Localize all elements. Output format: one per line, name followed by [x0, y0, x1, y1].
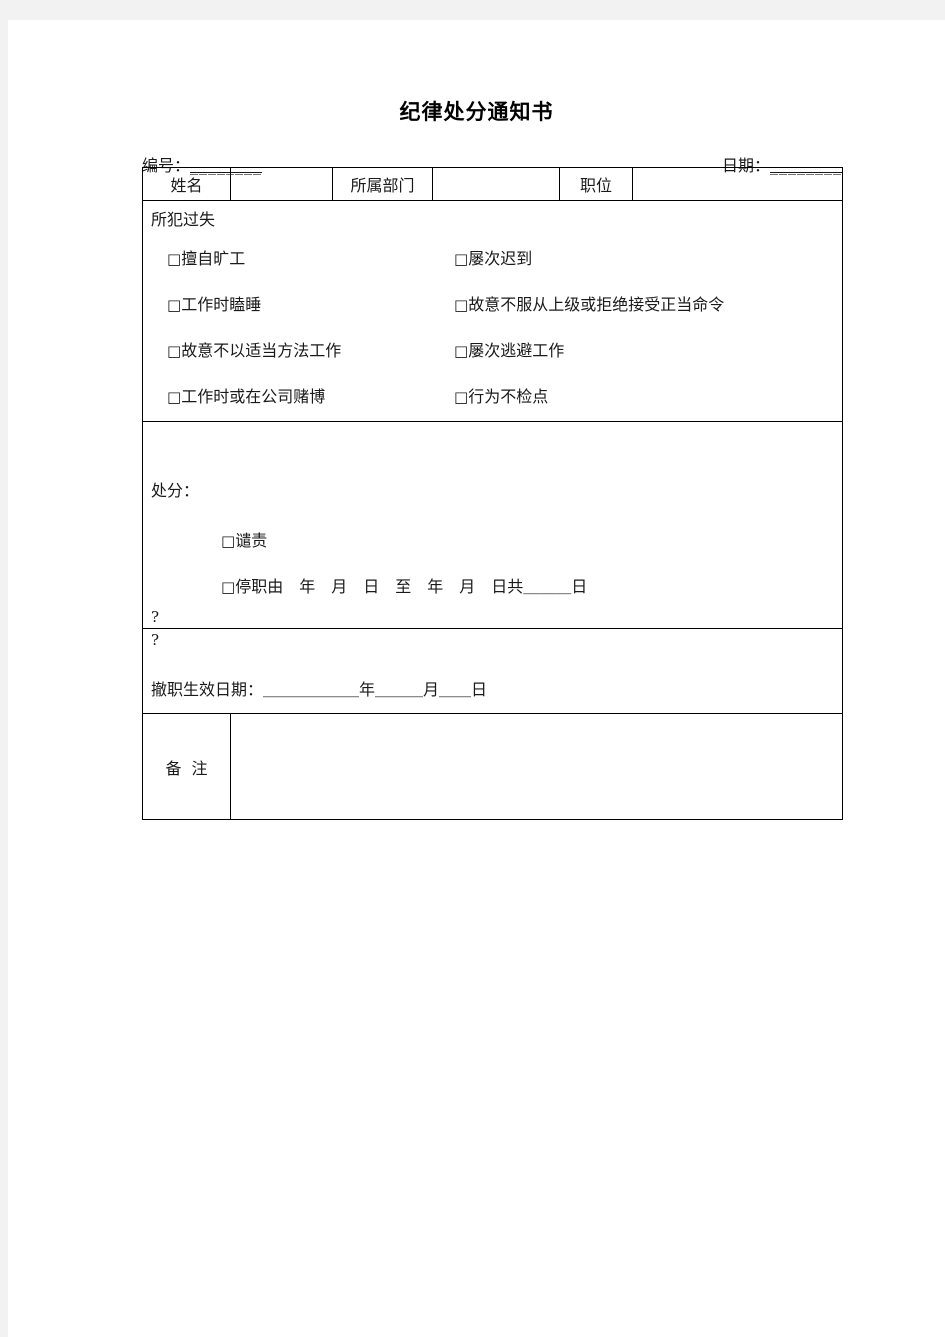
- checkbox-icon[interactable]: □: [454, 388, 468, 406]
- remarks-value-cell[interactable]: [230, 713, 843, 820]
- offense-row-1: □擅自旷工 □屡次迟到: [143, 245, 842, 291]
- offense-option-repeated-lateness[interactable]: □屡次迟到: [454, 245, 532, 269]
- table-row-employee-info: 姓名 所属部门 职位: [142, 167, 843, 201]
- punishment-option-label: 停职由 年 月 日 至 年 月 日共＿＿＿日: [235, 577, 588, 596]
- offense-row-2: □工作时瞌睡 □故意不服从上级或拒绝接受正当命令: [143, 291, 842, 337]
- punishment-placeholder-mark: ?: [151, 608, 160, 626]
- department-label-cell: 所属部门: [332, 167, 433, 201]
- checkbox-icon[interactable]: □: [221, 532, 235, 550]
- checkbox-icon[interactable]: □: [454, 296, 468, 314]
- offense-row-3: □故意不以适当方法工作 □屡次逃避工作: [143, 337, 842, 383]
- offense-option-label: 行为不检点: [468, 387, 549, 406]
- checkbox-icon[interactable]: □: [167, 388, 181, 406]
- dismissal-placeholder-mark: ?: [151, 631, 160, 649]
- offense-option-label: 屡次逃避工作: [468, 341, 565, 360]
- checkbox-icon[interactable]: □: [167, 342, 181, 360]
- document-page: 纪律处分通知书 编号：________ 日期：________ 姓名 所属部门 …: [8, 20, 945, 1337]
- offense-option-misconduct[interactable]: □行为不检点: [454, 383, 548, 407]
- position-value-cell[interactable]: [632, 167, 843, 201]
- punishment-heading: 处分：: [151, 481, 200, 500]
- punishment-option-suspension[interactable]: □停职由 年 月 日 至 年 月 日共＿＿＿日: [221, 573, 587, 597]
- position-label-cell: 职位: [559, 167, 633, 201]
- disciplinary-form-table: 姓名 所属部门 职位 所犯过失 □擅自旷工 □屡次迟到 □工作时瞌睡 □故意不服…: [142, 167, 843, 820]
- checkbox-icon[interactable]: □: [454, 342, 468, 360]
- page-title: 纪律处分通知书: [399, 99, 554, 124]
- name-label-cell: 姓名: [142, 167, 231, 201]
- offense-option-label: 擅自旷工: [181, 249, 246, 268]
- table-row-dismissal: ? 撤职生效日期：＿＿＿＿＿＿年＿＿＿月＿＿日: [142, 628, 843, 714]
- offense-option-label: 故意不以适当方法工作: [181, 341, 342, 360]
- offense-option-label: 工作时或在公司赌博: [181, 387, 326, 406]
- punishment-option-label: 谴责: [235, 531, 268, 550]
- table-row-remarks: 备注: [142, 713, 843, 820]
- offense-option-insubordination[interactable]: □故意不服从上级或拒绝接受正当命令: [454, 291, 724, 315]
- remarks-label-cell: 备注: [142, 713, 231, 820]
- dismissal-effective-date-line[interactable]: 撤职生效日期：＿＿＿＿＿＿年＿＿＿月＿＿日: [151, 676, 487, 700]
- offense-section: 所犯过失 □擅自旷工 □屡次迟到 □工作时瞌睡 □故意不服从上级或拒绝接受正当命…: [142, 200, 843, 422]
- checkbox-icon[interactable]: □: [454, 250, 468, 268]
- punishment-option-reprimand[interactable]: □谴责: [221, 527, 267, 551]
- checkbox-icon[interactable]: □: [167, 250, 181, 268]
- table-row-punishment: 处分： □谴责 □停职由 年 月 日 至 年 月 日共＿＿＿日 ?: [142, 421, 843, 629]
- offense-option-grid: □擅自旷工 □屡次迟到 □工作时瞌睡 □故意不服从上级或拒绝接受正当命令 □故意…: [143, 245, 842, 429]
- department-value-cell[interactable]: [432, 167, 560, 201]
- offense-option-sleeping[interactable]: □工作时瞌睡: [167, 291, 261, 315]
- offense-option-label: 工作时瞌睡: [181, 295, 262, 314]
- offense-option-label: 屡次迟到: [468, 249, 533, 268]
- offense-heading: 所犯过失: [151, 210, 216, 229]
- punishment-section: 处分： □谴责 □停职由 年 月 日 至 年 月 日共＿＿＿日 ?: [142, 421, 843, 629]
- offense-option-label: 故意不服从上级或拒绝接受正当命令: [468, 295, 725, 314]
- checkbox-icon[interactable]: □: [221, 578, 235, 596]
- name-value-cell[interactable]: [230, 167, 333, 201]
- offense-option-improper-method[interactable]: □故意不以适当方法工作: [167, 337, 341, 361]
- offense-option-absent[interactable]: □擅自旷工: [167, 245, 245, 269]
- table-row-offenses: 所犯过失 □擅自旷工 □屡次迟到 □工作时瞌睡 □故意不服从上级或拒绝接受正当命…: [142, 200, 843, 422]
- offense-option-gambling[interactable]: □工作时或在公司赌博: [167, 383, 325, 407]
- dismissal-section: ? 撤职生效日期：＿＿＿＿＿＿年＿＿＿月＿＿日: [142, 628, 843, 714]
- offense-option-shirking[interactable]: □屡次逃避工作: [454, 337, 564, 361]
- checkbox-icon[interactable]: □: [167, 296, 181, 314]
